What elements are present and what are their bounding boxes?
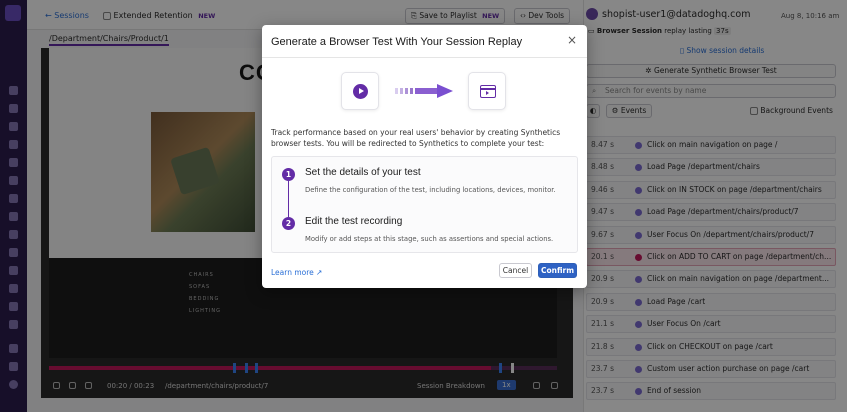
browser-test-tile [468,72,506,110]
step-number: 2 [282,217,295,230]
step-subtitle: Modify or add steps at this stage, such … [305,235,554,243]
modal-description: Track performance based on your real use… [271,128,561,148]
step-title: Edit the test recording [305,216,403,227]
steps-box: 1 Set the details of your test Define th… [271,156,578,253]
external-link-icon: ↗ [316,268,323,277]
session-replay-tile [341,72,379,110]
step-subtitle: Define the configuration of the test, in… [305,186,556,194]
modal-header-divider [262,57,587,58]
browser-window-icon [480,85,496,98]
generate-browser-test-modal: Generate a Browser Test With Your Sessio… [262,25,587,288]
modal-title: Generate a Browser Test With Your Sessio… [271,36,523,48]
step-title: Set the details of your test [305,167,421,178]
step-connector [288,181,289,217]
learn-more-link[interactable]: Learn more ↗ [271,268,322,277]
confirm-button[interactable]: Confirm [538,263,577,278]
arrow-right-icon [395,84,453,98]
step-number: 1 [282,168,295,181]
close-icon[interactable]: × [566,34,578,46]
play-icon [353,84,368,99]
cancel-button[interactable]: Cancel [499,263,532,278]
